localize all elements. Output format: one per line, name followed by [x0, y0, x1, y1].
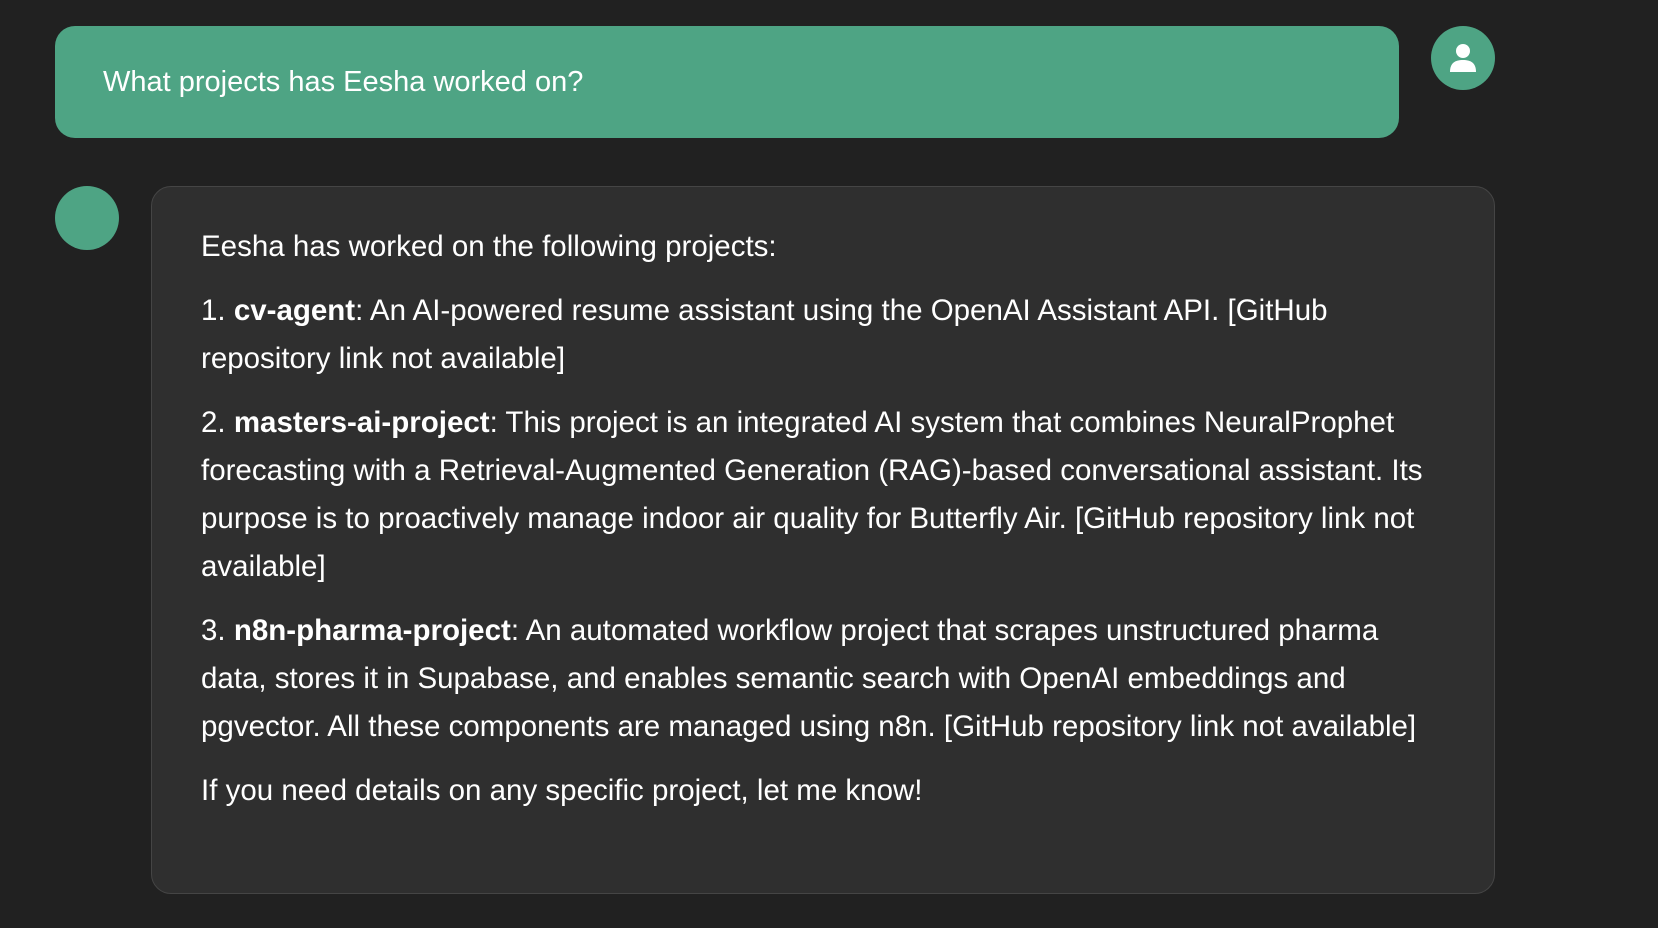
- project-item: 2. masters-ai-project: This project is a…: [201, 399, 1434, 591]
- project-name: cv-agent: [233, 294, 356, 327]
- assistant-avatar: [55, 186, 119, 250]
- user-icon: [1450, 44, 1476, 72]
- project-number: 3.: [201, 614, 226, 647]
- project-item: 3. n8n-pharma-project: An automated work…: [201, 607, 1434, 751]
- project-number: 1.: [201, 294, 226, 327]
- project-item: 1. cv-agent: An AI-powered resume assist…: [201, 287, 1434, 383]
- assistant-closing: If you need details on any specific proj…: [201, 774, 923, 807]
- assistant-message-bubble: Eesha has worked on the following projec…: [151, 186, 1495, 894]
- project-name: n8n-pharma-project: [233, 614, 511, 647]
- assistant-intro: Eesha has worked on the following projec…: [201, 230, 777, 263]
- project-number: 2.: [201, 406, 226, 439]
- user-avatar: [1431, 26, 1495, 90]
- project-name: masters-ai-project: [233, 406, 490, 439]
- user-message-text: What projects has Eesha worked on?: [103, 65, 584, 98]
- user-message-bubble: What projects has Eesha worked on?: [55, 26, 1399, 138]
- project-description: : An AI-powered resume assistant using t…: [201, 294, 1328, 375]
